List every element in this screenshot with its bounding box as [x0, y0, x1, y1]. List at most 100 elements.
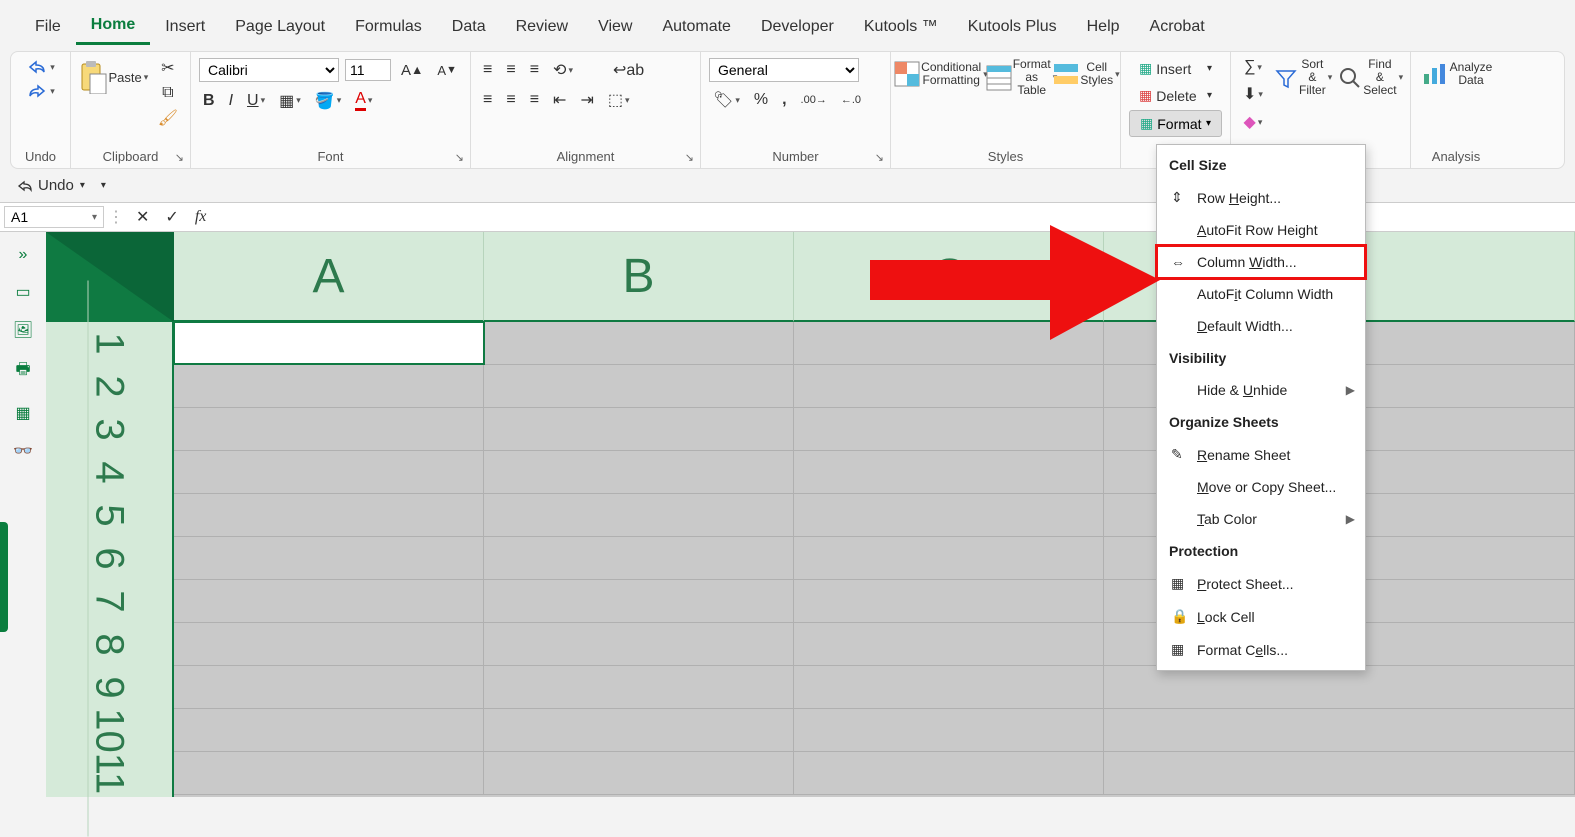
- analyze-data-button[interactable]: Analyze Data: [1419, 56, 1493, 92]
- number-launcher[interactable]: ↘: [875, 151, 884, 164]
- conditional-formatting-button[interactable]: Conditional Formatting: [899, 56, 982, 92]
- table-icon: [985, 64, 1013, 92]
- column-header-a[interactable]: A: [174, 232, 484, 322]
- menu-format-cells[interactable]: ▦Format Cells...: [1157, 633, 1365, 666]
- autosum-button[interactable]: ∑: [1240, 56, 1266, 78]
- font-size-input[interactable]: [345, 59, 391, 81]
- menu-default-width[interactable]: Default Width...: [1157, 310, 1365, 342]
- tab-home[interactable]: Home: [76, 8, 150, 45]
- menu-autofit-column[interactable]: AutoFit Column Width: [1157, 278, 1365, 310]
- decrease-font-button[interactable]: A▼: [433, 61, 460, 80]
- comma-button[interactable]: ,: [778, 89, 790, 111]
- tab-kutools[interactable]: Kutools ™: [849, 10, 953, 44]
- increase-indent-button[interactable]: ⇥: [576, 88, 597, 112]
- tab-view[interactable]: View: [583, 10, 647, 44]
- number-format-select[interactable]: General: [709, 58, 859, 82]
- orientation-button[interactable]: ⟲: [549, 58, 577, 82]
- tab-file[interactable]: File: [20, 10, 76, 44]
- font-launcher[interactable]: ↘: [455, 151, 464, 164]
- menu-protect-sheet[interactable]: ▦Protect Sheet...: [1157, 567, 1365, 600]
- increase-decimal-button[interactable]: .00→: [797, 92, 831, 108]
- find-select-button[interactable]: Find & Select: [1338, 56, 1402, 100]
- name-box[interactable]: A1▾: [4, 206, 104, 228]
- format-as-table-button[interactable]: Format as Table: [988, 56, 1054, 100]
- accounting-format-button[interactable]: 🏷: [709, 88, 744, 112]
- qat-customize-button[interactable]: ▾: [97, 178, 110, 193]
- column-header-b[interactable]: B: [484, 232, 794, 322]
- fill-button[interactable]: ⬇: [1239, 82, 1267, 106]
- underline-button[interactable]: U: [243, 90, 269, 112]
- tab-insert[interactable]: Insert: [150, 10, 220, 44]
- menu-autofit-row[interactable]: AutoFit Row Height: [1157, 214, 1365, 246]
- menu-hide-unhide[interactable]: Hide & Unhide▶: [1157, 374, 1365, 406]
- undo-button[interactable]: [22, 56, 59, 78]
- wrap-text-button[interactable]: ↩ab: [609, 58, 648, 82]
- tab-kutoolsplus[interactable]: Kutools Plus: [953, 10, 1072, 44]
- tab-pagelayout[interactable]: Page Layout: [220, 10, 340, 44]
- redo-button[interactable]: [22, 80, 59, 102]
- decrease-indent-button[interactable]: ⇤: [549, 88, 570, 112]
- menu-move-copy[interactable]: Move or Copy Sheet...: [1157, 471, 1365, 503]
- currency-icon: 🏷: [713, 90, 733, 110]
- redo-icon: [26, 82, 48, 100]
- clipboard-launcher[interactable]: ↘: [175, 151, 184, 164]
- cell-a1[interactable]: [174, 322, 484, 364]
- row-header[interactable]: 11: [88, 711, 131, 837]
- insert-function-button[interactable]: fx: [191, 206, 211, 228]
- collapsed-pane-tab[interactable]: [0, 522, 8, 632]
- copy-button[interactable]: ⧉: [158, 82, 177, 104]
- sidebar-image-button[interactable]: 🖼: [9, 318, 37, 342]
- decrease-decimal-button[interactable]: ←.0: [837, 92, 865, 108]
- align-right-button[interactable]: ≡: [526, 89, 543, 111]
- font-name-select[interactable]: Calibri: [199, 58, 339, 82]
- font-color-button[interactable]: A: [351, 88, 376, 113]
- merge-button[interactable]: ⬚: [604, 88, 634, 112]
- percent-button[interactable]: %: [750, 89, 772, 111]
- expand-nav-button[interactable]: »: [15, 244, 32, 266]
- align-bottom-button[interactable]: ≡: [526, 59, 543, 81]
- delete-cells-button[interactable]: ▦Delete▾: [1129, 83, 1222, 108]
- alignment-launcher[interactable]: ↘: [685, 151, 694, 164]
- align-middle-button[interactable]: ≡: [502, 59, 519, 81]
- brush-icon: 🖌: [158, 108, 178, 128]
- tab-developer[interactable]: Developer: [746, 10, 849, 44]
- insert-cells-button[interactable]: ▦Insert▾: [1129, 56, 1222, 81]
- sidebar-panel-button[interactable]: ▭: [11, 280, 34, 304]
- sidebar-print-button[interactable]: 🖶: [11, 356, 34, 387]
- align-left-button[interactable]: ≡: [479, 89, 496, 111]
- sort-filter-button[interactable]: Sort & Filter: [1273, 56, 1332, 100]
- fill-color-button[interactable]: 🪣: [311, 89, 345, 113]
- group-analysis-label: Analysis: [1419, 147, 1493, 166]
- cell-styles-button[interactable]: Cell Styles: [1060, 56, 1112, 92]
- menu-rename-sheet[interactable]: ✎Rename Sheet: [1157, 438, 1365, 471]
- tab-acrobat[interactable]: Acrobat: [1135, 10, 1220, 44]
- ribbon-tabs: File Home Insert Page Layout Formulas Da…: [0, 0, 1575, 45]
- borders-button[interactable]: ▦: [275, 89, 305, 113]
- tab-help[interactable]: Help: [1072, 10, 1135, 44]
- tab-formulas[interactable]: Formulas: [340, 10, 437, 44]
- bold-button[interactable]: B: [199, 90, 219, 112]
- tab-automate[interactable]: Automate: [647, 10, 745, 44]
- menu-row-height[interactable]: ⇕Row Height...: [1157, 181, 1365, 214]
- search-icon: [1337, 65, 1363, 91]
- italic-button[interactable]: I: [225, 90, 237, 112]
- menu-tab-color[interactable]: Tab Color▶: [1157, 503, 1365, 535]
- menu-column-width[interactable]: ⇔Column Width...: [1157, 246, 1365, 278]
- format-painter-button[interactable]: 🖌: [154, 106, 182, 130]
- clear-button[interactable]: ◆: [1240, 110, 1267, 134]
- cut-button[interactable]: ✂: [157, 56, 178, 80]
- format-cells-button[interactable]: ▦Format▾: [1129, 110, 1222, 137]
- tab-data[interactable]: Data: [437, 10, 501, 44]
- sidebar-find-button[interactable]: 👓: [9, 439, 37, 463]
- menu-lock-cell[interactable]: 🔒Lock Cell: [1157, 600, 1365, 633]
- wrap-icon: ↩ab: [613, 60, 644, 80]
- tab-review[interactable]: Review: [501, 10, 583, 44]
- qat-undo-button[interactable]: Undo ▾: [12, 175, 89, 196]
- cancel-formula-button[interactable]: ✕: [132, 205, 153, 229]
- align-center-button[interactable]: ≡: [502, 89, 519, 111]
- paste-button[interactable]: Paste: [79, 56, 148, 98]
- sidebar-table-button[interactable]: ▦: [11, 401, 34, 425]
- increase-font-button[interactable]: A▲: [397, 60, 427, 81]
- enter-formula-button[interactable]: ✓: [161, 205, 182, 229]
- align-top-button[interactable]: ≡: [479, 59, 496, 81]
